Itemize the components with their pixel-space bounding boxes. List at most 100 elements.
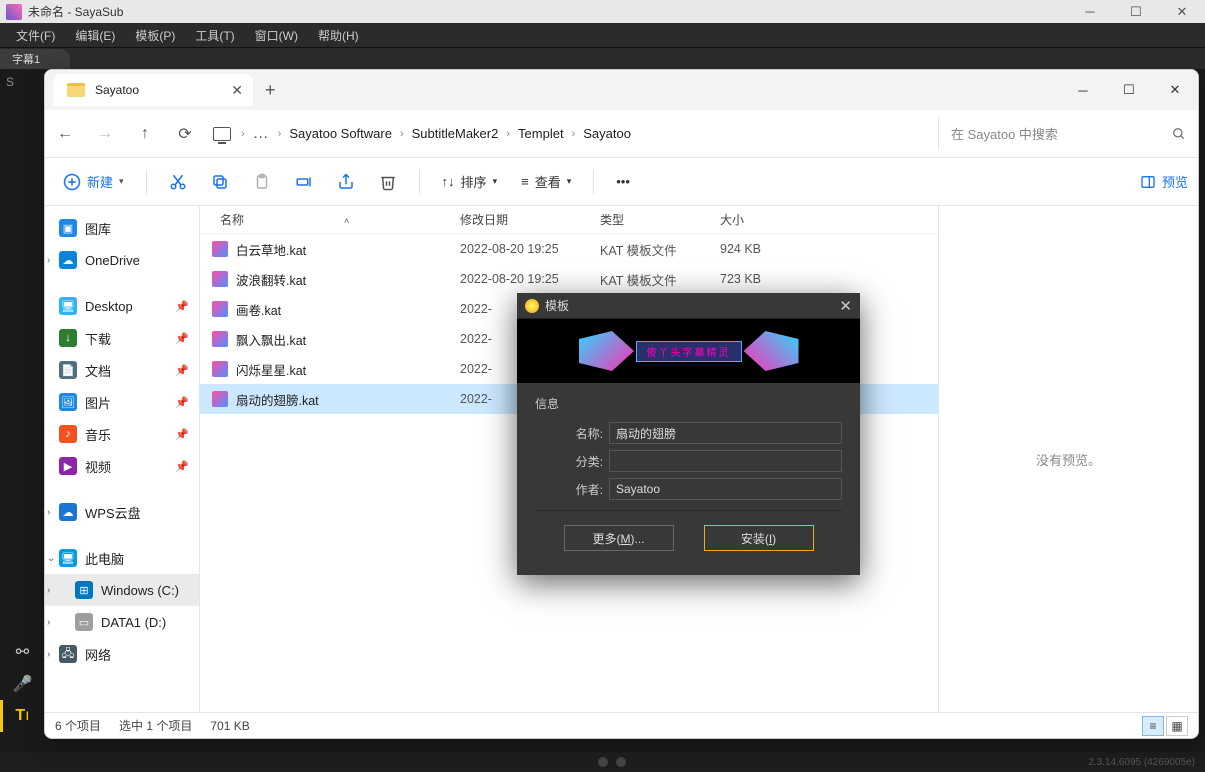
explorer-close-button[interactable]: ✕	[1152, 74, 1198, 106]
delete-button[interactable]	[371, 165, 405, 199]
sidebar-item[interactable]: ♪音乐📌	[45, 418, 199, 450]
sidebar-label: 图库	[85, 219, 111, 238]
nav-refresh-button[interactable]: ⟳	[165, 124, 205, 144]
expand-icon[interactable]: ›	[47, 255, 50, 266]
menu-tools[interactable]: 工具(T)	[185, 27, 244, 44]
preview-toggle[interactable]: 预览	[1140, 172, 1188, 191]
author-field[interactable]: Sayatoo	[609, 478, 842, 500]
column-headers[interactable]: 名称˄ 修改日期 类型 大小	[200, 206, 938, 234]
file-name: 波浪翻转.kat	[236, 270, 306, 289]
sidebar-label: Desktop	[85, 299, 133, 314]
sidebar-icon: ♪	[59, 425, 77, 443]
sidebar-item[interactable]: ›▭DATA1 (D:)	[45, 606, 199, 638]
sidebar-item[interactable]: ⌄🖥此电脑	[45, 542, 199, 574]
col-date[interactable]: 修改日期	[460, 211, 600, 228]
dialog-title: 模板	[545, 297, 569, 314]
sidebar-item[interactable]: ›🖧网络	[45, 638, 199, 670]
cut-button[interactable]	[161, 165, 195, 199]
expand-icon[interactable]: ⌄	[47, 553, 55, 564]
file-row[interactable]: 波浪翻转.kat2022-08-20 19:25KAT 模板文件723 KB	[200, 264, 938, 294]
nav-up-button[interactable]: ↑	[125, 125, 165, 143]
kat-file-icon	[212, 391, 228, 407]
sayasub-minimize-button[interactable]: ─	[1067, 0, 1113, 23]
chevron-right-icon[interactable]: ›	[570, 128, 578, 140]
sidebar-item[interactable]: 🖼图片📌	[45, 386, 199, 418]
pin-icon: 📌	[175, 460, 189, 473]
expand-icon[interactable]: ›	[47, 617, 50, 628]
chevron-right-icon[interactable]: ›	[504, 128, 512, 140]
crumb-seg[interactable]: Sayatoo Software	[283, 126, 398, 141]
more-button[interactable]: 更多(M)...	[564, 525, 674, 551]
sayasub-maximize-button[interactable]: ☐	[1113, 0, 1159, 23]
view-grid-icon[interactable]: ▦	[1166, 716, 1188, 736]
wings-graphic: 傻丫头字幕精灵	[609, 331, 769, 371]
sayasub-close-button[interactable]: ✕	[1159, 0, 1205, 23]
crumb-seg[interactable]: Templet	[512, 126, 570, 141]
chevron-right-icon[interactable]: ›	[276, 128, 284, 140]
crumb-seg[interactable]: Sayatoo	[577, 126, 637, 141]
name-field[interactable]: 扇动的翅膀	[609, 422, 842, 444]
new-button[interactable]: 新建▾	[55, 168, 132, 195]
sidebar-item[interactable]: ›☁OneDrive	[45, 244, 199, 276]
sidebar-item[interactable]: ▣图库	[45, 212, 199, 244]
more-button[interactable]: •••	[608, 170, 638, 193]
sort-button[interactable]: ↑↓ 排序 ▾	[434, 168, 506, 195]
explorer-sidebar: ▣图库›☁OneDrive🖥Desktop📌↓下载📌📄文档📌🖼图片📌♪音乐📌▶视…	[45, 206, 200, 712]
crumb-seg[interactable]: SubtitleMaker2	[406, 126, 505, 141]
sidebar-item[interactable]: ▶视频📌	[45, 450, 199, 482]
menu-file[interactable]: 文件(F)	[6, 27, 65, 44]
install-button[interactable]: 安装(I)	[704, 525, 814, 551]
view-details-icon[interactable]: ≡	[1142, 716, 1164, 736]
search-input[interactable]: 在 Sayatoo 中搜索	[938, 118, 1198, 150]
tab-close-icon[interactable]: ✕	[231, 82, 243, 99]
name-label: 名称:	[565, 425, 603, 442]
explorer-maximize-button[interactable]: ☐	[1106, 74, 1152, 106]
rename-button[interactable]	[287, 165, 321, 199]
explorer-navbar: ← → ↑ ⟳ › … › Sayatoo Software › Subtitl…	[45, 110, 1198, 158]
copy-button[interactable]	[203, 165, 237, 199]
file-name: 画卷.kat	[236, 300, 281, 319]
view-button[interactable]: ≡ 查看 ▾	[513, 168, 579, 195]
sidebar-item[interactable]: ↓下载📌	[45, 322, 199, 354]
dialog-close-button[interactable]: ✕	[839, 297, 852, 315]
sidebar-label: DATA1 (D:)	[101, 615, 166, 630]
sidebar-label: 视频	[85, 457, 111, 476]
sidebar-item[interactable]: 📄文档📌	[45, 354, 199, 386]
share-button[interactable]	[329, 165, 363, 199]
expand-icon[interactable]: ›	[47, 649, 50, 660]
expand-icon[interactable]: ›	[47, 507, 50, 518]
tool-link-icon[interactable]: ⚯	[0, 636, 42, 668]
chevron-right-icon[interactable]: ›	[239, 128, 247, 140]
col-size[interactable]: 大小	[720, 211, 820, 228]
menu-template[interactable]: 模板(P)	[125, 27, 185, 44]
col-type[interactable]: 类型	[600, 211, 720, 228]
sidebar-item[interactable]: ›⊞Windows (C:)	[45, 574, 199, 606]
breadcrumb-overflow[interactable]: …	[247, 125, 276, 143]
sidebar-item[interactable]: ›☁WPS云盘	[45, 496, 199, 528]
new-tab-button[interactable]: +	[265, 80, 276, 101]
nav-back-button[interactable]: ←	[45, 125, 85, 143]
file-type: KAT 模板文件	[600, 240, 720, 259]
template-dialog: 模板 ✕ 傻丫头字幕精灵 信息 名称: 扇动的翅膀 分类: 作者: Sayato…	[517, 293, 860, 575]
kat-file-icon	[212, 361, 228, 377]
category-field[interactable]	[609, 450, 842, 472]
menu-window[interactable]: 窗口(W)	[245, 27, 308, 44]
file-name: 扇动的翅膀.kat	[236, 390, 319, 409]
dialog-titlebar[interactable]: 模板 ✕	[517, 293, 860, 319]
sidebar-item[interactable]: 🖥Desktop📌	[45, 290, 199, 322]
pin-icon: 📌	[175, 396, 189, 409]
chevron-right-icon[interactable]: ›	[398, 128, 406, 140]
menu-edit[interactable]: 编辑(E)	[65, 27, 125, 44]
file-row[interactable]: 白云草地.kat2022-08-20 19:25KAT 模板文件924 KB	[200, 234, 938, 264]
explorer-minimize-button[interactable]: ─	[1060, 74, 1106, 106]
sayasub-document-tab[interactable]: 字幕1	[0, 49, 70, 69]
col-name[interactable]: 名称	[220, 213, 244, 227]
explorer-tab[interactable]: Sayatoo ✕	[53, 74, 253, 106]
paste-button[interactable]	[245, 165, 279, 199]
this-pc-icon[interactable]	[213, 127, 231, 141]
expand-icon[interactable]: ›	[47, 585, 50, 596]
menu-help[interactable]: 帮助(H)	[308, 27, 369, 44]
tool-text-icon[interactable]: Tı	[0, 700, 42, 732]
nav-forward-button[interactable]: →	[85, 125, 125, 143]
tool-mic-icon[interactable]: 🎤	[0, 668, 42, 700]
